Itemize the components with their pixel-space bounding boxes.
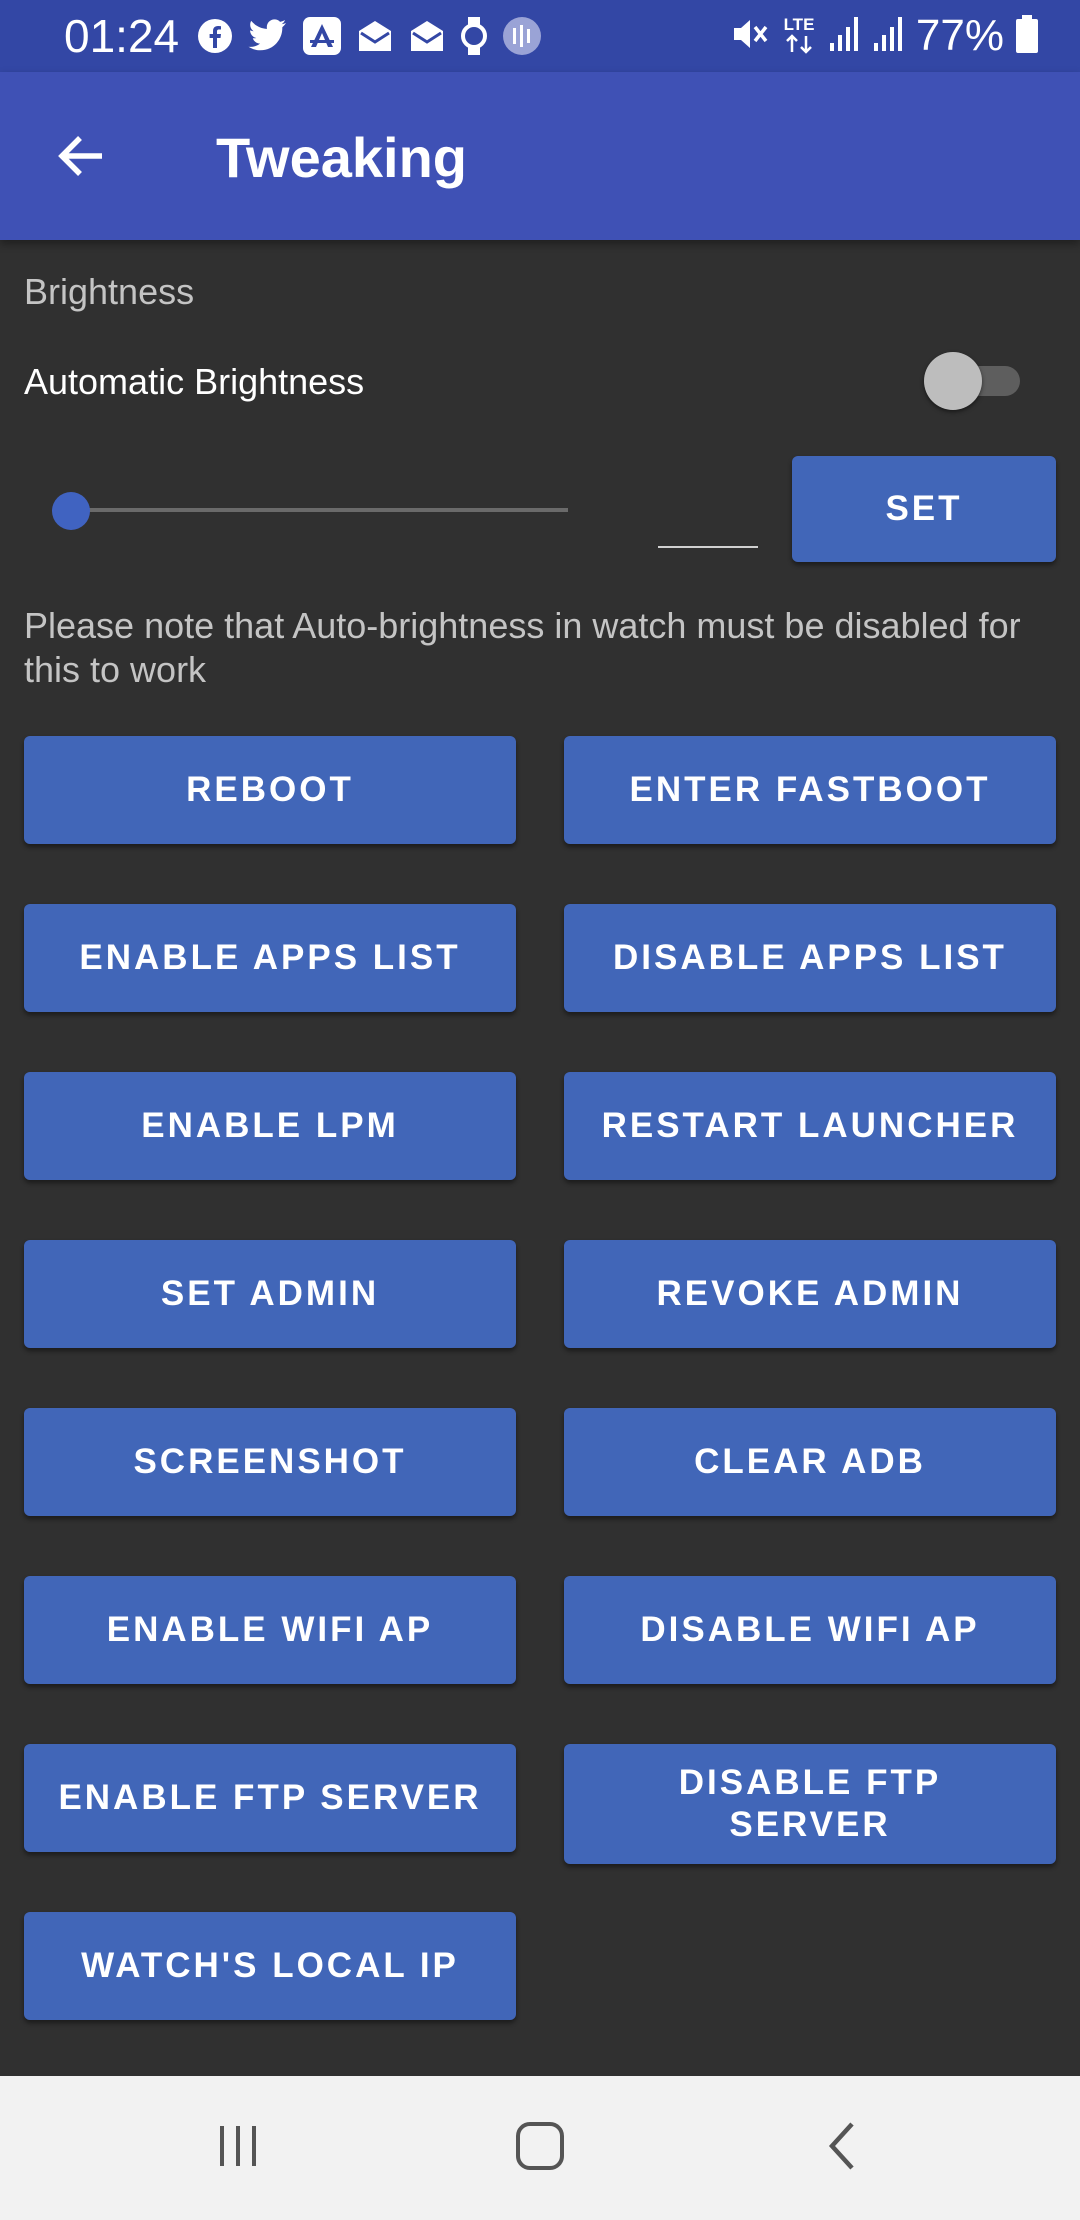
home-icon — [514, 2120, 566, 2177]
brightness-slider[interactable] — [52, 488, 576, 532]
screenshot-button[interactable]: SCREENSHOT — [24, 1408, 516, 1516]
enable-apps-list-button[interactable]: ENABLE APPS LIST — [24, 904, 516, 1012]
page-title: Tweaking — [216, 126, 468, 189]
disable-apps-list-button[interactable]: DISABLE APPS LIST — [564, 904, 1056, 1012]
equalizer-icon — [502, 16, 542, 56]
disable-wifi-ap-button[interactable]: DISABLE WIFI AP — [564, 1576, 1056, 1684]
reboot-button[interactable]: REBOOT — [24, 736, 516, 844]
enter-fastboot-button[interactable]: ENTER FASTBOOT — [564, 736, 1056, 844]
revoke-admin-button[interactable]: REVOKE ADMIN — [564, 1240, 1056, 1348]
switch-thumb — [924, 352, 982, 410]
app-bar: Tweaking — [0, 72, 1080, 240]
tweaking-screen: 01:24 LTE 77% Tweaking Brightness Automa… — [0, 0, 1080, 2220]
mail-icon — [356, 18, 394, 54]
back-button[interactable] — [40, 116, 124, 200]
set-brightness-button[interactable]: SET — [792, 456, 1056, 562]
lte-icon: LTE — [780, 12, 818, 61]
enable-ftp-server-button[interactable]: ENABLE FTP SERVER — [24, 1744, 516, 1852]
system-status-icons: LTE 77% — [730, 10, 1040, 62]
signal-icon — [828, 15, 862, 58]
app-store-icon — [302, 16, 342, 56]
slider-track — [68, 508, 568, 512]
auto-brightness-switch[interactable] — [924, 350, 1024, 410]
watch-icon — [460, 16, 488, 56]
auto-brightness-label: Automatic Brightness — [24, 361, 365, 402]
brightness-section-header: Brightness — [24, 271, 195, 312]
battery-percent: 77% — [915, 11, 1004, 60]
brightness-note: Please note that Auto-brightness in watc… — [24, 605, 1021, 690]
mail-icon — [408, 18, 446, 54]
clear-adb-button[interactable]: CLEAR ADB — [564, 1408, 1056, 1516]
enable-lpm-button[interactable]: ENABLE LPM — [24, 1072, 516, 1180]
slider-thumb[interactable] — [52, 492, 90, 530]
brightness-value-input[interactable] — [658, 500, 758, 548]
system-nav-bar — [0, 2076, 1080, 2220]
signal-icon — [872, 15, 906, 58]
notification-icons — [196, 14, 542, 58]
back-chevron-icon — [822, 2120, 862, 2177]
status-bar: 01:24 LTE 77% — [0, 0, 1080, 72]
svg-text:LTE: LTE — [783, 15, 814, 34]
facebook-icon — [196, 17, 234, 55]
set-admin-button[interactable]: SET ADMIN — [24, 1240, 516, 1348]
watch-local-ip-button[interactable]: WATCH'S LOCAL IP — [24, 1912, 516, 2020]
mute-icon — [730, 14, 770, 59]
restart-launcher-button[interactable]: RESTART LAUNCHER — [564, 1072, 1056, 1180]
status-time: 01:24 — [64, 10, 180, 62]
enable-wifi-ap-button[interactable]: ENABLE WIFI AP — [24, 1576, 516, 1684]
nav-back-button[interactable] — [792, 2098, 892, 2198]
disable-ftp-server-button[interactable]: DISABLE FTP SERVER — [564, 1744, 1056, 1864]
twitter-icon — [248, 19, 288, 53]
recents-icon — [214, 2122, 262, 2175]
arrow-left-icon — [54, 128, 110, 189]
battery-icon — [1014, 14, 1040, 59]
home-button[interactable] — [490, 2098, 590, 2198]
recents-button[interactable] — [188, 2098, 288, 2198]
